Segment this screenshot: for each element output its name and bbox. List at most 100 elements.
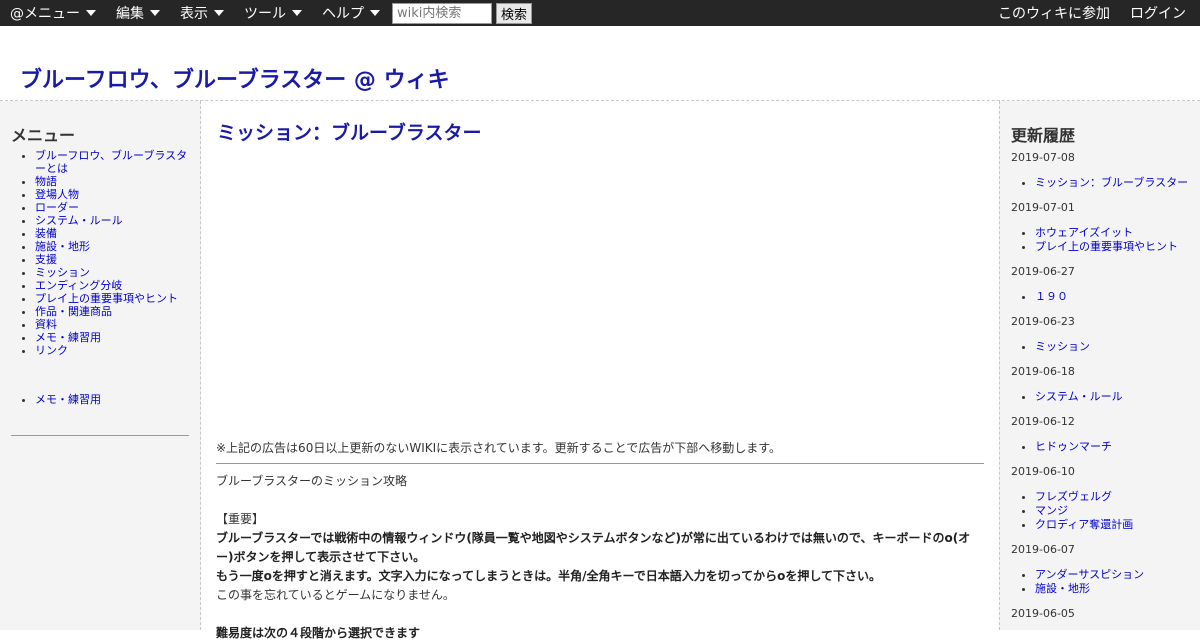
- sidebar-link[interactable]: メモ・練習用: [35, 331, 101, 344]
- important-label: 【重要】: [216, 512, 265, 526]
- list-item: ミッション：ブルーブラスター: [1035, 176, 1196, 190]
- list-item: ブルーフロウ、ブルーブラスターとは: [35, 149, 195, 175]
- history-link[interactable]: ミッション：ブルーブラスター: [1035, 176, 1188, 189]
- sidebar-divider: [11, 435, 189, 436]
- sidebar-link[interactable]: ミッション: [35, 266, 90, 279]
- list-item: 装備: [35, 227, 195, 240]
- history-link[interactable]: １９０: [1035, 290, 1068, 303]
- note-text: この事を忘れているとゲームになりません。: [216, 588, 455, 602]
- update-history: 2019-07-08 ミッション：ブルーブラスター 2019-07-01 ホウェ…: [1011, 151, 1196, 621]
- list-item: 物語: [35, 175, 195, 188]
- list-item: １９０: [1035, 290, 1196, 304]
- history-link[interactable]: クロディア奪還計画: [1035, 518, 1133, 531]
- history-date: 2019-06-23: [1011, 315, 1075, 328]
- sidebar-extra-list: メモ・練習用: [35, 393, 195, 406]
- menu-view[interactable]: 表示: [170, 0, 234, 26]
- sidebar-link[interactable]: 装備: [35, 227, 57, 240]
- sidebar-link[interactable]: 支援: [35, 253, 57, 266]
- history-date: 2019-07-08: [1011, 151, 1075, 164]
- list-item: ミッション: [1035, 340, 1196, 354]
- sidebar-link[interactable]: 施設・地形: [35, 240, 90, 253]
- list-item: フレズヴェルグ: [1035, 490, 1196, 504]
- sidebar-link[interactable]: 作品・関連商品: [35, 305, 112, 318]
- caret-down-icon: [370, 10, 380, 16]
- sidebar-link[interactable]: エンディング分岐: [35, 279, 122, 292]
- menu-label: @メニュー: [10, 6, 80, 22]
- difficulty-text: 難易度は次の４段階から選択できます: [216, 626, 421, 640]
- left-sidebar: メニュー ブルーフロウ、ブルーブラスターとは 物語 登場人物 ローダー システム…: [0, 101, 201, 630]
- history-date: 2019-07-01: [1011, 201, 1075, 214]
- list-item: 支援: [35, 253, 195, 266]
- sidebar-link[interactable]: メモ・練習用: [35, 393, 101, 406]
- sidebar-link[interactable]: 登場人物: [35, 188, 79, 201]
- intro-text: ブルーブラスターのミッション攻略: [216, 474, 408, 488]
- history-link[interactable]: プレイ上の重要事項やヒント: [1035, 240, 1178, 253]
- caret-down-icon: [86, 10, 96, 16]
- menu-label: 編集: [116, 6, 144, 22]
- history-link[interactable]: アンダーサスピション: [1035, 568, 1144, 581]
- history-link[interactable]: ホウェアイズイット: [1035, 226, 1133, 239]
- right-sidebar: 更新履歴 2019-07-08 ミッション：ブルーブラスター 2019-07-0…: [999, 101, 1200, 630]
- top-navigation-bar: @メニュー 編集 表示 ツール ヘルプ 検索 このウィキに参加 ログイン: [0, 0, 1200, 26]
- sidebar-menu-list: ブルーフロウ、ブルーブラスターとは 物語 登場人物 ローダー システム・ルール …: [35, 149, 195, 357]
- menu-label: ヘルプ: [322, 6, 364, 22]
- wiki-search-input[interactable]: [392, 2, 492, 24]
- sidebar-link[interactable]: ブルーフロウ、ブルーブラスターとは: [35, 149, 187, 175]
- history-link[interactable]: ヒドゥンマーチ: [1035, 440, 1112, 453]
- caret-down-icon: [150, 10, 160, 16]
- menu-label: 表示: [180, 6, 208, 22]
- history-date: 2019-06-10: [1011, 465, 1075, 478]
- login-link[interactable]: ログイン: [1120, 3, 1200, 23]
- sidebar-menu-heading: メニュー: [11, 126, 76, 145]
- sidebar-link[interactable]: システム・ルール: [35, 214, 123, 227]
- history-list: ミッション：ブルーブラスター: [1035, 176, 1196, 190]
- ad-notice: ※上記の広告は60日以上更新のないWIKIに表示されています。更新することで広告…: [216, 441, 782, 455]
- sidebar-link[interactable]: リンク: [35, 344, 68, 357]
- history-date: 2019-06-27: [1011, 265, 1075, 278]
- sidebar-link[interactable]: 資料: [35, 318, 57, 331]
- site-title-link[interactable]: ブルーフロウ、ブルーブラスター @ ウィキ: [20, 62, 450, 94]
- list-item: クロディア奪還計画: [1035, 518, 1196, 532]
- update-history-heading: 更新履歴: [1011, 126, 1076, 145]
- page-title[interactable]: ミッション：ブルーブラスター: [217, 118, 481, 145]
- history-list: フレズヴェルグ マンジ クロディア奪還計画: [1035, 490, 1196, 532]
- history-date: 2019-06-12: [1011, 415, 1075, 428]
- sidebar-link[interactable]: ローダー: [35, 201, 79, 214]
- history-list: アンダーサスピション 施設・地形: [1035, 568, 1196, 596]
- article-body: ブルーブラスターのミッション攻略 【重要】 ブルーブラスターでは戦術中の情報ウィ…: [216, 472, 986, 643]
- list-item: エンディング分岐: [35, 279, 195, 292]
- history-date: 2019-06-05: [1011, 607, 1075, 620]
- sidebar-link[interactable]: 物語: [35, 175, 57, 188]
- history-link[interactable]: 施設・地形: [1035, 582, 1090, 595]
- caret-down-icon: [292, 10, 302, 16]
- sidebar-link[interactable]: プレイ上の重要事項やヒント: [35, 292, 178, 305]
- list-item: システム・ルール: [1035, 390, 1196, 404]
- list-item: メモ・練習用: [35, 331, 195, 344]
- history-link[interactable]: マンジ: [1035, 504, 1068, 517]
- history-link[interactable]: ミッション: [1035, 340, 1090, 353]
- menu-label: ツール: [244, 6, 286, 22]
- history-link[interactable]: フレズヴェルグ: [1035, 490, 1112, 503]
- list-item: 作品・関連商品: [35, 305, 195, 318]
- list-item: ミッション: [35, 266, 195, 279]
- menu-at-menu[interactable]: @メニュー: [0, 0, 106, 26]
- history-link[interactable]: システム・ルール: [1035, 390, 1123, 403]
- list-item: ローダー: [35, 201, 195, 214]
- menu-edit[interactable]: 編集: [106, 0, 170, 26]
- list-item: プレイ上の重要事項やヒント: [1035, 240, 1196, 254]
- list-item: マンジ: [1035, 504, 1196, 518]
- list-item: 施設・地形: [1035, 582, 1196, 596]
- history-date: 2019-06-18: [1011, 365, 1075, 378]
- list-item: プレイ上の重要事項やヒント: [35, 292, 195, 305]
- list-item: リンク: [35, 344, 195, 357]
- join-wiki-link[interactable]: このウィキに参加: [988, 3, 1120, 23]
- menu-help[interactable]: ヘルプ: [312, 0, 390, 26]
- list-item: システム・ルール: [35, 214, 195, 227]
- history-list: １９０: [1035, 290, 1196, 304]
- search-button[interactable]: 検索: [496, 2, 533, 24]
- menu-tools[interactable]: ツール: [234, 0, 312, 26]
- history-date: 2019-06-07: [1011, 543, 1075, 556]
- list-item: アンダーサスピション: [1035, 568, 1196, 582]
